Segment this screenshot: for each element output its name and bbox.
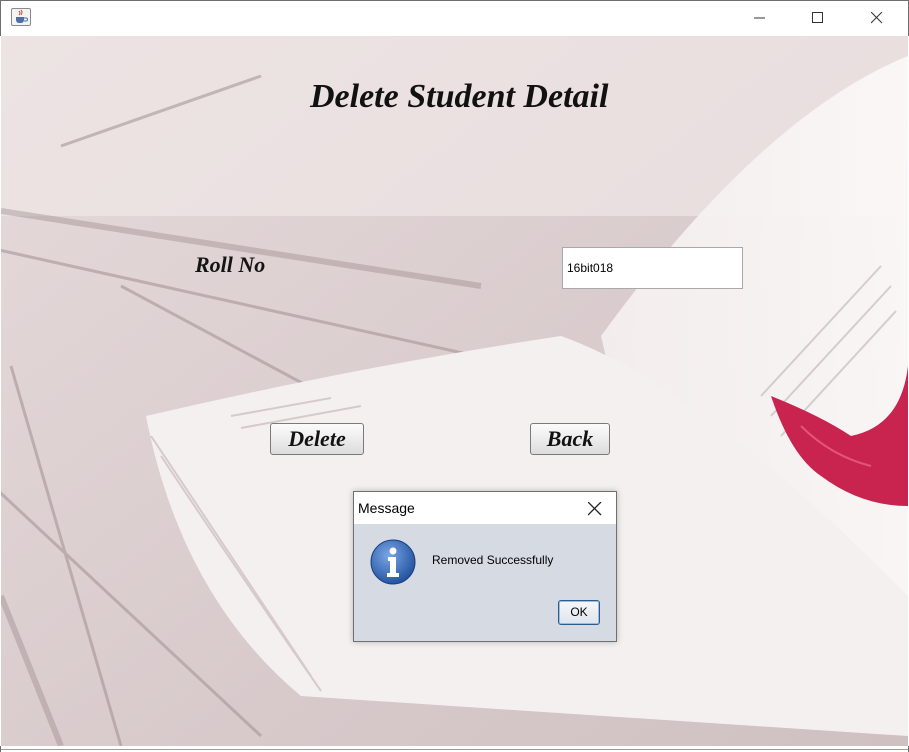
message-dialog: Message Removed Successfully OK — [353, 491, 617, 642]
roll-no-input[interactable] — [562, 247, 743, 289]
minimize-button[interactable] — [731, 1, 789, 35]
dialog-message: Removed Successfully — [432, 553, 554, 567]
close-icon — [588, 502, 602, 516]
window-title-bar — [0, 0, 909, 36]
maximize-icon — [812, 12, 823, 23]
window-bottom-edge — [0, 746, 909, 752]
java-cup-icon[interactable] — [11, 8, 31, 26]
dialog-close-button[interactable] — [582, 498, 608, 520]
page-title: Delete Student Detail — [310, 78, 609, 115]
back-button[interactable]: Back — [530, 423, 610, 455]
maximize-button[interactable] — [789, 1, 847, 35]
roll-no-label: Roll No — [195, 252, 266, 277]
window-close-button[interactable] — [848, 1, 906, 35]
delete-button[interactable]: Delete — [270, 423, 364, 455]
ok-button[interactable]: OK — [558, 600, 600, 625]
dialog-title-bar[interactable]: Message — [354, 492, 616, 524]
content-pane: Delete Student Detail Roll No Delete Bac… — [1, 36, 908, 746]
close-icon — [871, 12, 883, 24]
minimize-icon — [754, 17, 765, 19]
dialog-title: Message — [358, 500, 415, 516]
info-icon — [369, 538, 417, 586]
